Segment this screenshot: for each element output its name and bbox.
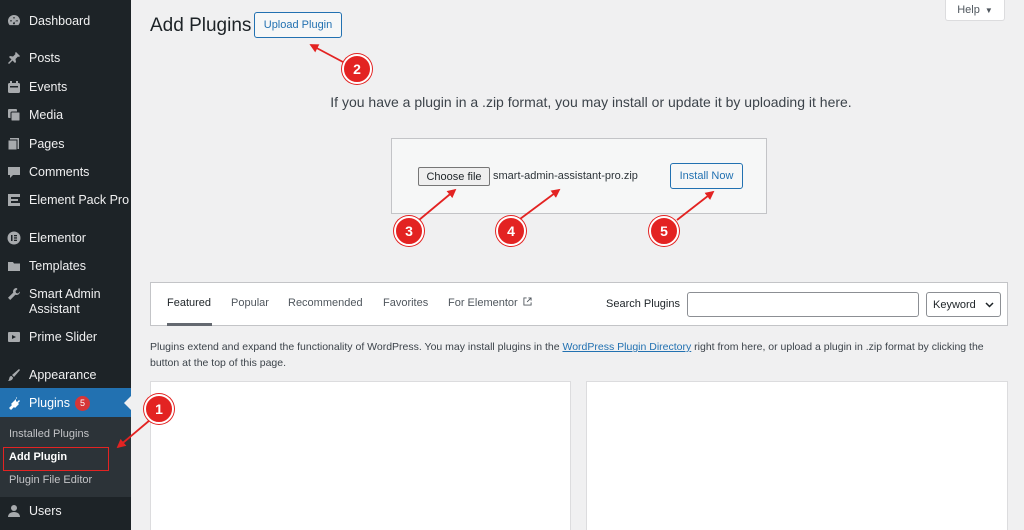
pages-icon	[7, 138, 19, 151]
plugin-card	[150, 381, 571, 530]
plugins-update-badge: 5	[75, 396, 90, 411]
tab-featured[interactable]: Featured	[167, 297, 211, 309]
sidebar-item-users[interactable]: Users	[0, 504, 131, 519]
tab-favorites[interactable]: Favorites	[383, 297, 428, 309]
help-label: Help	[957, 4, 980, 16]
upload-plugin-form: Choose file smart-admin-assistant-pro.zi…	[391, 138, 767, 214]
sidebar-item-plugins[interactable]: Plugins 5	[0, 388, 131, 417]
plugin-card	[586, 381, 1008, 530]
plugins-intro-text: Plugins extend and expand the functional…	[150, 339, 1010, 371]
dashboard-icon	[8, 14, 21, 26]
choose-file-button[interactable]: Choose file	[418, 167, 490, 186]
plugin-directory-link[interactable]: WordPress Plugin Directory	[562, 341, 691, 353]
comment-icon	[8, 167, 20, 178]
folder-icon	[8, 262, 20, 271]
sidebar-item-elementor[interactable]: Elementor	[0, 231, 131, 246]
sidebar-item-label: Pages	[29, 137, 65, 151]
tab-label: For Elementor	[448, 297, 518, 309]
sidebar-item-pages[interactable]: Pages	[0, 137, 131, 152]
upload-plugin-button[interactable]: Upload Plugin	[254, 12, 342, 38]
intro-text-start: Plugins extend and expand the functional…	[150, 341, 563, 353]
sidebar-item-smart-admin-assistant[interactable]: Smart Admin Assistant	[0, 287, 131, 317]
annotation-callout-2: 2	[342, 54, 372, 84]
search-plugins-label: Search Plugins	[606, 298, 680, 310]
selected-file-name: smart-admin-assistant-pro.zip	[493, 170, 638, 182]
sidebar-item-media[interactable]: Media	[0, 108, 131, 123]
sidebar-item-dashboard[interactable]: Dashboard	[0, 14, 131, 29]
sidebar-item-label: Dashboard	[29, 14, 91, 28]
sidebar-item-label: Appearance	[29, 368, 97, 382]
sidebar-item-prime-slider[interactable]: Prime Slider	[0, 330, 131, 345]
sidebar-item-label: Templates	[29, 259, 86, 273]
wrench-icon	[8, 288, 20, 300]
install-now-button[interactable]: Install Now	[670, 163, 743, 189]
sidebar-item-label: Events	[29, 80, 68, 94]
active-tab-underline	[167, 323, 212, 326]
sidebar-item-label: Comments	[29, 165, 90, 179]
upload-help-text: If you have a plugin in a .zip format, y…	[330, 94, 852, 110]
search-type-select[interactable]: Keyword	[926, 292, 1001, 317]
element-pack-icon	[8, 194, 20, 206]
tab-for-elementor[interactable]: For Elementor	[448, 297, 532, 309]
sidebar-item-label: Prime Slider	[29, 330, 98, 344]
sidebar-item-events[interactable]: Events	[0, 80, 131, 95]
submenu-plugin-file-editor[interactable]: Plugin File Editor	[9, 474, 92, 486]
tab-popular[interactable]: Popular	[231, 297, 269, 309]
active-menu-arrow	[124, 396, 131, 410]
sidebar-item-label: Media	[29, 108, 64, 122]
sidebar-item-label: Posts	[29, 51, 61, 65]
caret-down-icon: ▼	[984, 5, 993, 15]
help-button[interactable]: Help ▼	[945, 0, 1005, 21]
events-icon	[8, 81, 20, 93]
plugin-filter-bar: Featured Popular Recommended Favorites F…	[150, 282, 1008, 326]
pin-icon	[8, 52, 20, 64]
add-plugin-highlight-box	[3, 447, 109, 471]
sidebar-item-appearance[interactable]: Appearance	[0, 368, 131, 383]
page-title: Add Plugins	[150, 15, 252, 36]
external-link-icon	[523, 297, 532, 306]
elementor-icon	[7, 231, 21, 245]
chevron-down-icon	[985, 301, 994, 308]
sidebar-item-label: Elementor	[29, 231, 86, 245]
annotation-callout-1: 1	[144, 394, 174, 424]
sidebar-item-label: Users	[29, 504, 62, 518]
slider-icon	[8, 332, 20, 342]
annotation-callout-5: 5	[649, 216, 679, 246]
submenu-installed-plugins[interactable]: Installed Plugins	[9, 428, 89, 440]
sidebar-item-label: Smart Admin Assistant	[29, 287, 101, 316]
sidebar-item-label: Plugins	[29, 396, 70, 410]
sidebar-item-comments[interactable]: Comments	[0, 165, 131, 180]
annotation-callout-4: 4	[496, 216, 526, 246]
tab-recommended[interactable]: Recommended	[288, 297, 363, 309]
arrow-2	[309, 44, 344, 63]
sidebar-item-posts[interactable]: Posts	[0, 51, 131, 66]
sidebar-item-element-pack-pro[interactable]: Element Pack Pro	[0, 193, 131, 208]
media-icon	[8, 109, 21, 122]
annotation-callout-3: 3	[394, 216, 424, 246]
sidebar-item-label: Element Pack Pro	[29, 193, 130, 207]
sidebar-item-templates[interactable]: Templates	[0, 259, 131, 274]
user-icon	[8, 505, 20, 517]
plugin-icon	[9, 397, 20, 410]
search-type-value: Keyword	[933, 298, 976, 311]
search-plugins-input[interactable]	[687, 292, 919, 317]
brush-icon	[8, 369, 20, 381]
